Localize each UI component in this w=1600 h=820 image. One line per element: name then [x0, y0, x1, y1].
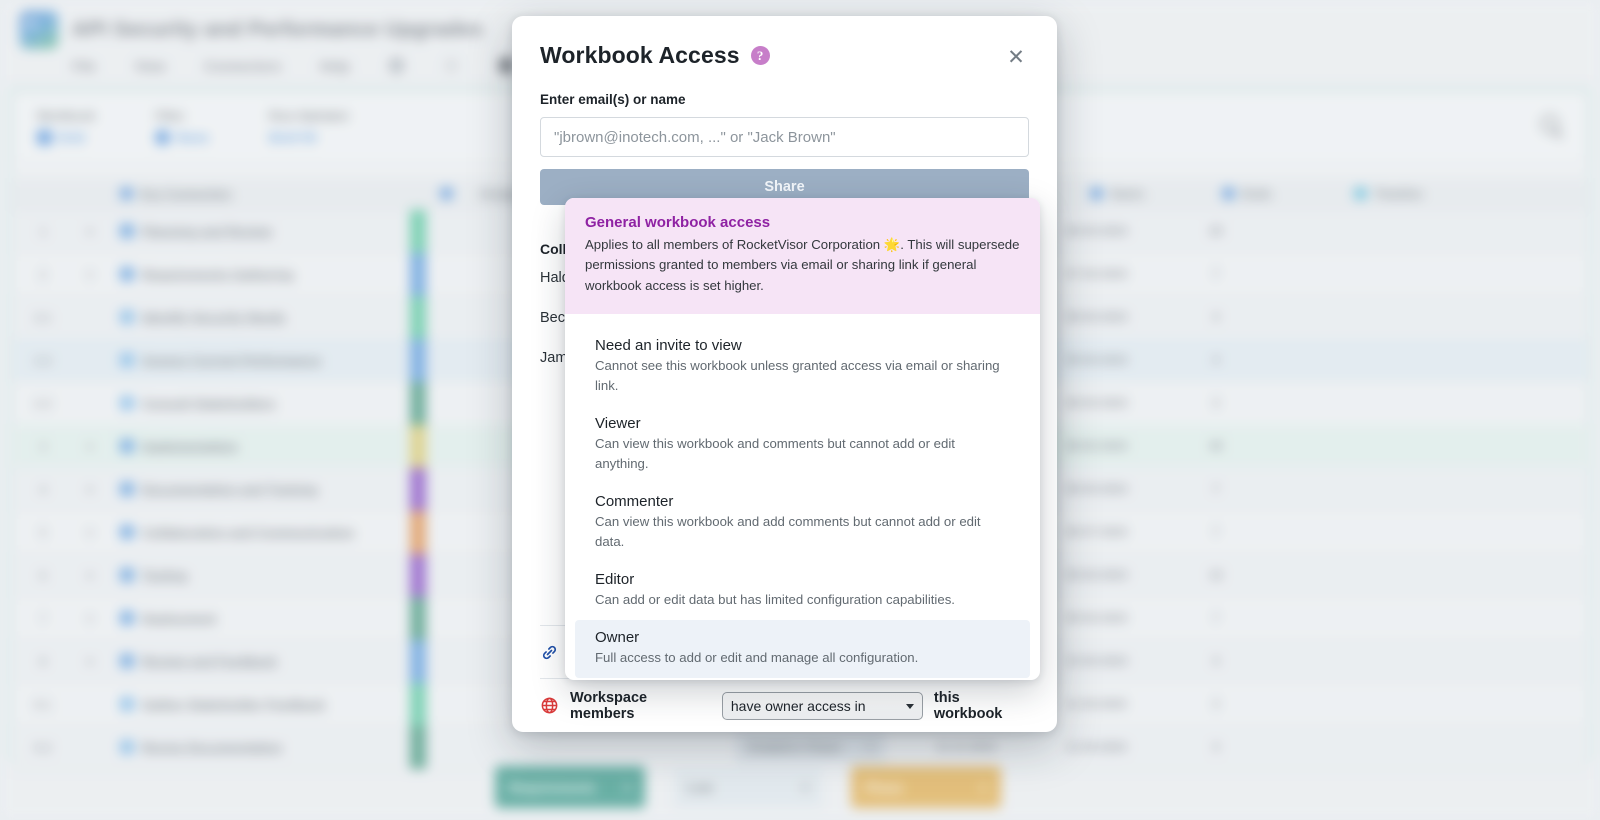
page-title: Workbook Access [540, 42, 740, 68]
general-access-banner-title: General workbook access [585, 214, 771, 231]
workspace-members-row: Workspace members have owner access inha… [540, 678, 1029, 732]
general-access-banner: General workbook access Applies to all m… [565, 198, 1040, 314]
access-option-title: Commenter [595, 493, 674, 511]
access-option-editor[interactable]: Editor Can add or edit data but has limit… [575, 562, 1030, 620]
help-circle-icon[interactable]: ? [750, 46, 770, 65]
access-option-description: Cannot see this workbook unless granted … [595, 357, 1000, 394]
general-workbook-access-dropdown: General workbook access Applies to all m… [565, 198, 1040, 680]
link-icon [542, 645, 557, 659]
access-option-owner[interactable]: Owner Full access to add or edit and mana… [575, 620, 1030, 679]
banner-text-part-1: Applies to all members of RocketVisor Co… [585, 237, 884, 252]
globe-icon [541, 697, 558, 714]
access-option-title: Viewer [595, 415, 641, 433]
workspace-members-suffix: this workbook [933, 689, 1003, 722]
access-option-title: Owner [595, 629, 640, 647]
access-options-list: Need an invite to view Cannot see this wo… [565, 314, 1040, 680]
general-access-banner-body: Applies to all members of RocketVisor Co… [585, 235, 1020, 296]
email-or-name-input[interactable] [540, 117, 1029, 157]
modal-title-wrap: Workbook Access ? [540, 42, 770, 69]
modal-header: Workbook Access ? ✕ [540, 42, 1029, 70]
access-option-description: Full access to add or edit and manage al… [595, 650, 919, 666]
access-option-title: Editor [595, 571, 635, 589]
access-option-commenter[interactable]: Commenter Can view this workbook and add … [575, 484, 1030, 562]
workspace-access-select-wrap: have owner access inhave editor access i… [721, 691, 923, 720]
email-field-label: Enter email(s) or name [540, 92, 686, 107]
workspace-access-select[interactable]: have owner access inhave editor access i… [721, 691, 923, 720]
access-option-description: Can view this workbook and add comments … [595, 514, 981, 550]
access-option-viewer[interactable]: Viewer Can view this workbook and comment… [575, 406, 1030, 484]
access-option-description: Can add or edit data but has limited con… [595, 592, 955, 608]
access-option-description: Can view this workbook and comments but … [595, 436, 955, 472]
star-emoji-icon: 🌟 [883, 237, 901, 252]
access-option-need-an-invite-to-view[interactable]: Need an invite to view Cannot see this wo… [575, 328, 1030, 406]
access-option-title: Need an invite to view [595, 336, 742, 354]
close-icon[interactable]: ✕ [1003, 44, 1029, 70]
workspace-members-label: Workspace members [570, 689, 648, 722]
